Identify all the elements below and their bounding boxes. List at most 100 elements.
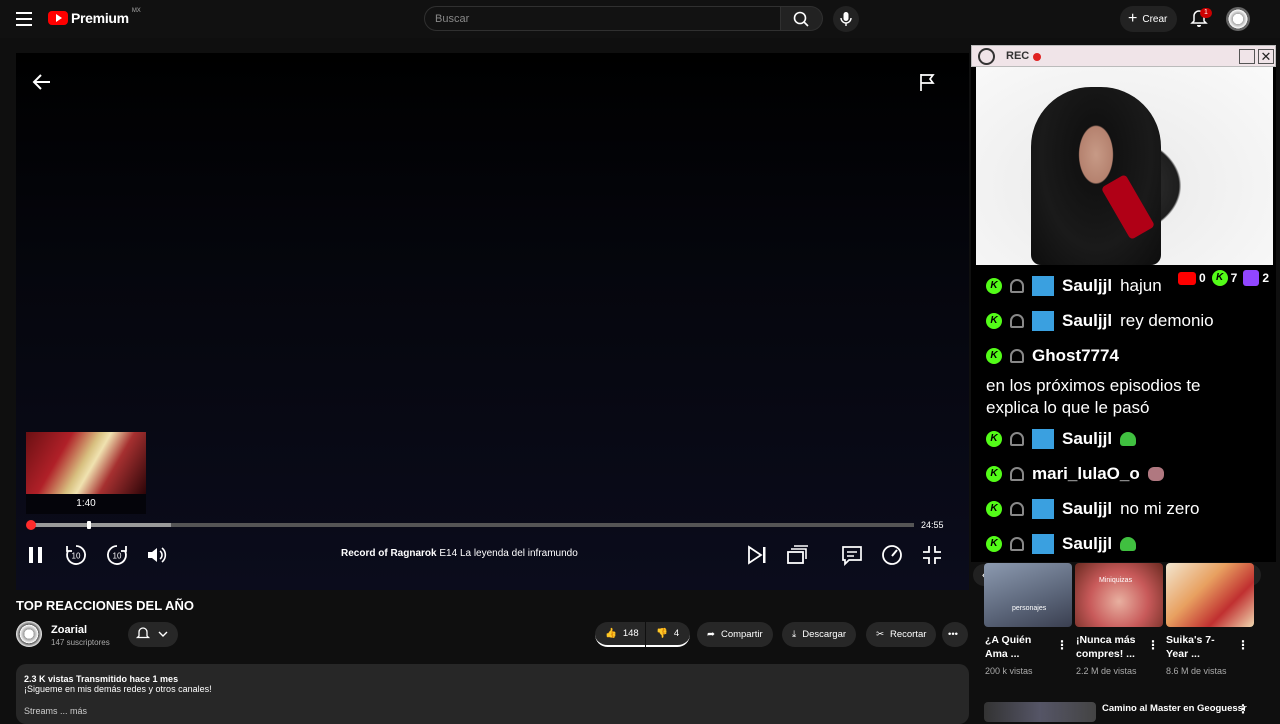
share-button[interactable]: ➦ Compartir: [697, 622, 773, 647]
next-video-title[interactable]: Camino al Master en Geoguessr: [1102, 703, 1247, 714]
download-icon: ⤓: [792, 629, 797, 640]
search-input[interactable]: Buscar: [424, 6, 781, 31]
chat-username: Sauljjl: [1062, 534, 1113, 553]
microphone-icon: [840, 12, 852, 26]
kick-icon: K: [986, 348, 1002, 364]
thumbnail-label: personajes: [1012, 605, 1047, 612]
chat-username: Ghost7774: [1032, 346, 1119, 365]
kick-icon: K: [1211, 270, 1228, 286]
notification-badge: 1: [1200, 8, 1212, 18]
user-icon: [1010, 279, 1024, 293]
chat-message: K Sauljjl rey demonio: [986, 311, 1214, 331]
clip-label: Recortar: [889, 629, 927, 640]
minimize-button[interactable]: [1239, 49, 1255, 64]
download-button[interactable]: ⤓ Descargar: [782, 622, 857, 647]
progress-bar[interactable]: [26, 520, 914, 530]
kick-icon: K: [986, 431, 1002, 447]
more-icon: •••: [948, 629, 958, 640]
create-button[interactable]: + Crear: [1120, 6, 1178, 32]
recommendation-title[interactable]: Suika's 7-Year ...: [1166, 633, 1232, 661]
search-button[interactable]: [781, 6, 823, 31]
progress-scrubber[interactable]: [26, 520, 36, 530]
description-text: ¡Sigueme en mis demás redes y otros cana…: [24, 684, 212, 694]
close-button[interactable]: ✕: [1258, 49, 1274, 64]
voice-search-button[interactable]: [833, 6, 859, 32]
recommendation-menu-icon[interactable]: ⋮: [1237, 638, 1249, 652]
viewer-counters: 0 K7 2: [1177, 270, 1269, 286]
emote-icon: [1147, 467, 1164, 481]
chat-message: K Ghost7774: [986, 346, 1119, 366]
more-actions-button[interactable]: •••: [942, 622, 968, 647]
recommendation-title[interactable]: ¡Nunca más compres! ...: [1076, 633, 1142, 661]
user-icon: [1010, 502, 1024, 516]
bell-chevron-icon: [135, 627, 168, 639]
video-player[interactable]: 1:40 24:55 10 10 Record of Ragnarok E14 …: [16, 53, 969, 590]
recommendation-thumbnail[interactable]: [1166, 563, 1254, 627]
pause-icon[interactable]: [24, 543, 48, 567]
forward-10-icon[interactable]: 10: [105, 543, 129, 567]
kick-icon: K: [986, 278, 1002, 294]
next-episode-icon[interactable]: [745, 543, 769, 567]
menu-icon[interactable]: [16, 12, 32, 26]
top-bar: Premium MX Buscar + Crear 1: [0, 0, 1280, 38]
back-arrow-icon[interactable]: [32, 73, 52, 91]
subscriber-count: 147 suscriptores: [51, 638, 110, 647]
exit-fullscreen-icon[interactable]: [920, 543, 944, 567]
chat-username: Sauljjl: [1062, 499, 1113, 518]
thumbnail-label: Miniquizas: [1099, 577, 1133, 584]
streamer-image: [1031, 87, 1161, 265]
youtube-premium-logo[interactable]: Premium MX: [48, 8, 141, 26]
progress-buffered: [29, 523, 171, 527]
description-box[interactable]: 2.3 K vistas Transmitido hace 1 mes ¡Sig…: [16, 664, 969, 724]
like-count: 148: [622, 628, 639, 639]
user-icon: [1010, 467, 1024, 481]
youtube-count: 0: [1198, 271, 1206, 285]
country-code: MX: [131, 8, 141, 14]
rec-label: REC: [1006, 50, 1030, 62]
kick-count: 7: [1230, 271, 1238, 285]
plus-icon: +: [1128, 10, 1138, 27]
moderator-badge-icon: [1032, 534, 1054, 554]
download-label: Descargar: [802, 629, 847, 640]
search-icon: [793, 11, 809, 27]
channel-name[interactable]: Zoarial: [51, 624, 87, 636]
recommendation-menu-icon[interactable]: ⋮: [1147, 638, 1159, 652]
chat-message: K Sauljjl no mi zero: [986, 499, 1199, 519]
face-icon: [978, 48, 995, 65]
kick-icon: K: [986, 536, 1002, 552]
episode-name: La leyenda del inframundo: [459, 548, 578, 559]
twitch-icon: [1243, 270, 1260, 286]
svg-text:10: 10: [72, 552, 81, 561]
youtube-icon: [1177, 271, 1196, 285]
volume-icon[interactable]: [145, 543, 169, 567]
channel-avatar[interactable]: [16, 621, 42, 647]
recommendation-title[interactable]: ¿A Quién Ama ...: [985, 633, 1051, 661]
report-flag-icon[interactable]: [918, 72, 938, 92]
clip-button[interactable]: ✂ Recortar: [866, 622, 937, 647]
chat-text-multiline: en los próximos episodios te explica lo …: [986, 376, 1201, 417]
next-video-menu-icon[interactable]: ⋮: [1237, 702, 1249, 716]
next-video-thumbnail[interactable]: [984, 702, 1096, 722]
like-button[interactable]: 👍 148: [595, 622, 645, 647]
youtube-play-icon: [48, 11, 68, 25]
chat-text: hajun: [1120, 276, 1162, 295]
chat-message: K Sauljjl hajun: [986, 276, 1162, 296]
emote-icon: [1120, 432, 1137, 446]
subtitles-icon[interactable]: [840, 543, 864, 567]
account-avatar[interactable]: [1226, 7, 1250, 31]
playback-speed-icon[interactable]: [880, 543, 904, 567]
chat-text: rey demonio: [1120, 311, 1214, 330]
moderator-badge-icon: [1032, 499, 1054, 519]
recommendation-views: 8.6 M de vistas: [1166, 666, 1227, 676]
stream-overlay-window: REC ✕ 0 K7 2 K Sauljjl hajun K Sauljjl r…: [971, 45, 1276, 562]
logo-text: Premium: [71, 10, 129, 26]
dislike-button[interactable]: 👎 4: [646, 622, 690, 647]
recommendation-thumbnail[interactable]: personajes: [984, 563, 1072, 627]
chat-message: K Sauljjl: [986, 429, 1137, 449]
recommendation-menu-icon[interactable]: ⋮: [1056, 638, 1068, 652]
episodes-list-icon[interactable]: [785, 543, 809, 567]
description-more[interactable]: Streams ... más: [24, 706, 961, 716]
rewind-10-icon[interactable]: 10: [64, 543, 88, 567]
subscription-bell-button[interactable]: [128, 622, 178, 647]
recommendation-thumbnail[interactable]: Miniquizas: [1075, 563, 1163, 627]
